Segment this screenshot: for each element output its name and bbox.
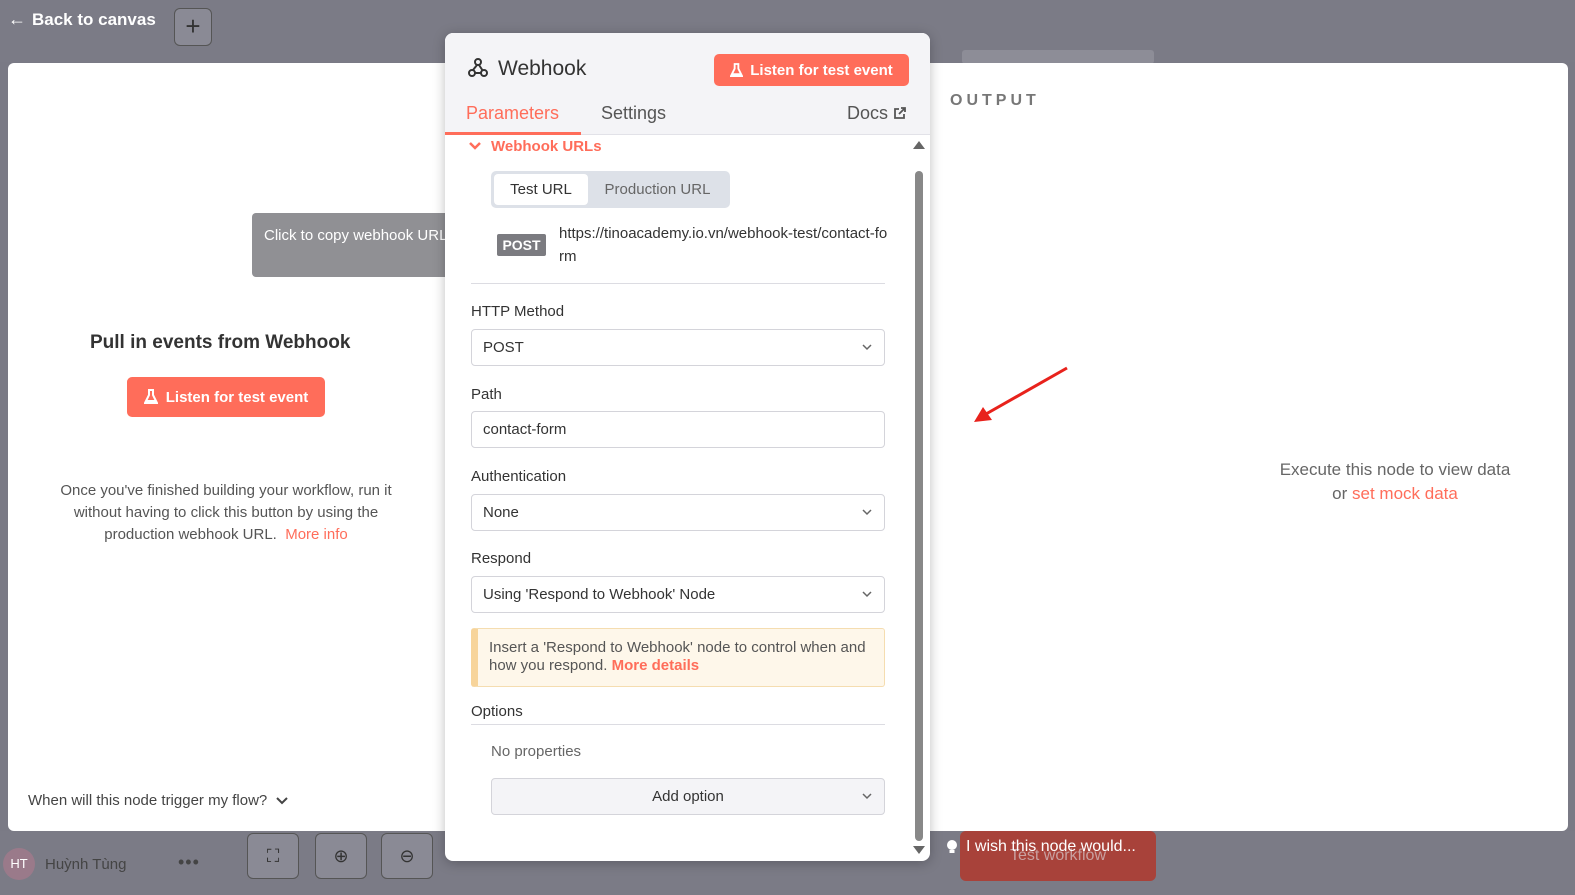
chevron-down-icon <box>862 509 872 516</box>
set-mock-data-link[interactable]: set mock data <box>1352 484 1458 503</box>
tab-settings[interactable]: Settings <box>601 103 666 124</box>
respond-value: Using 'Respond to Webhook' Node <box>483 586 716 603</box>
flask-icon <box>143 389 158 404</box>
fit-view-button[interactable]: ⛶ <box>247 833 299 879</box>
webhook-urls-title: Webhook URLs <box>491 138 602 155</box>
http-method-select[interactable]: POST <box>471 329 885 366</box>
test-url-tab[interactable]: Test URL <box>494 174 588 205</box>
chevron-down-icon <box>862 591 872 598</box>
flask-icon <box>730 62 744 77</box>
respond-select[interactable]: Using 'Respond to Webhook' Node <box>471 576 885 613</box>
node-title: Webhook <box>498 57 587 80</box>
output-empty-state: Execute this node to view data or set mo… <box>1250 458 1540 506</box>
path-value: contact-form <box>483 421 567 438</box>
input-panel-description: Once you've finished building your workf… <box>40 480 412 546</box>
arrow-left-icon: ← <box>8 9 26 29</box>
lightbulb-icon <box>947 840 957 853</box>
http-method-label: HTTP Method <box>471 303 565 320</box>
production-url-tab[interactable]: Production URL <box>588 174 727 205</box>
docs-label: Docs <box>847 103 889 123</box>
trigger-info-toggle[interactable]: When will this node trigger my flow? <box>28 792 289 809</box>
no-properties-text: No properties <box>491 743 582 760</box>
respond-notice: Insert a 'Respond to Webhook' node to co… <box>471 628 885 687</box>
active-tab-indicator <box>445 132 581 135</box>
webhook-urls-section-toggle[interactable]: Webhook URLs <box>469 138 602 155</box>
listen-for-test-event-button[interactable]: Listen for test event <box>127 377 325 417</box>
authentication-select[interactable]: None <box>471 494 885 531</box>
scrollbar-thumb[interactable] <box>915 171 923 841</box>
header-listen-button[interactable]: Listen for test event <box>714 54 909 86</box>
url-type-toggle: Test URL Production URL <box>491 171 730 208</box>
feedback-label: I wish this node would... <box>966 838 1136 855</box>
back-to-canvas-link[interactable]: ← Back to canvas <box>8 9 156 30</box>
webhook-url[interactable]: https://tinoacademy.io.vn/webhook-test/c… <box>559 222 889 268</box>
node-feedback-button[interactable]: I wish this node would... <box>946 838 1136 856</box>
canvas-background-element <box>962 50 1154 64</box>
more-details-link[interactable]: More details <box>612 657 700 674</box>
divider <box>471 724 885 725</box>
user-menu-icon[interactable]: ••• <box>178 852 200 873</box>
respond-label: Respond <box>471 550 532 567</box>
copy-url-tooltip: Click to copy webhook URLs <box>252 213 476 277</box>
authentication-label: Authentication <box>471 468 567 485</box>
divider <box>471 283 885 284</box>
chevron-down-icon <box>862 344 872 351</box>
user-name: Huỳnh Tùng <box>45 856 127 873</box>
output-or-text: or <box>1332 484 1348 503</box>
scroll-down-arrow[interactable] <box>913 846 925 854</box>
add-node-button[interactable]: + <box>174 8 212 46</box>
chevron-down-icon <box>276 796 288 804</box>
path-label: Path <box>471 386 502 403</box>
tab-parameters[interactable]: Parameters <box>466 103 559 124</box>
user-avatar[interactable]: HT <box>3 848 35 880</box>
panel-header: Webhook Listen for test event Parameters… <box>445 33 930 135</box>
header-listen-label: Listen for test event <box>750 61 893 79</box>
output-empty-text: Execute this node to view data <box>1279 460 1511 479</box>
chevron-down-icon <box>469 142 481 150</box>
trigger-question: When will this node trigger my flow? <box>28 792 268 809</box>
annotation-arrow <box>974 366 1068 422</box>
http-method-badge: POST <box>497 234 546 256</box>
back-to-canvas-label: Back to canvas <box>32 9 156 29</box>
chevron-down-icon <box>862 793 872 800</box>
authentication-value: None <box>483 504 519 521</box>
input-panel-title: Pull in events from Webhook <box>90 332 351 353</box>
add-option-label: Add option <box>652 788 724 805</box>
http-method-value: POST <box>483 339 524 356</box>
path-input[interactable]: contact-form <box>471 411 885 448</box>
scroll-up-arrow[interactable] <box>913 141 925 149</box>
output-panel-label: OUTPUT <box>950 92 1040 109</box>
options-label: Options <box>471 703 523 720</box>
node-parameters-panel: Webhook Listen for test event Parameters… <box>445 33 930 861</box>
add-option-button[interactable]: Add option <box>491 778 885 815</box>
zoom-out-button[interactable]: ⊖ <box>381 833 433 879</box>
webhook-icon <box>468 58 488 77</box>
docs-link[interactable]: Docs <box>847 103 906 124</box>
more-info-link[interactable]: More info <box>285 526 348 543</box>
zoom-in-button[interactable]: ⊕ <box>315 833 367 879</box>
listen-for-test-event-label: Listen for test event <box>165 388 309 406</box>
external-link-icon <box>894 107 906 119</box>
